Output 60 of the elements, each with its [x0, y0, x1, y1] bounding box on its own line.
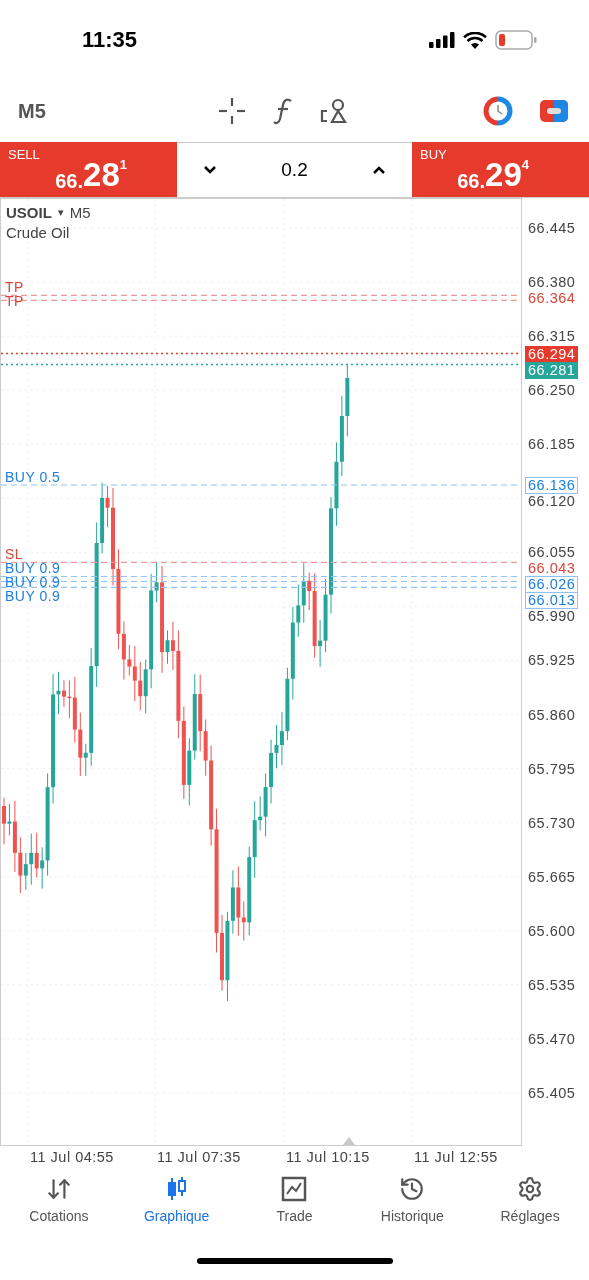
- nav-tab[interactable]: Réglages: [475, 1176, 586, 1224]
- current-time-marker: [343, 1137, 355, 1145]
- order-label: TP: [5, 294, 24, 309]
- nav-tab[interactable]: Cotations: [3, 1176, 114, 1224]
- order-label: BUY 0.9: [5, 561, 61, 576]
- time-label: 11 Jul 10:15: [286, 1149, 370, 1165]
- price-tick: 66.185: [527, 436, 577, 454]
- arrows-icon: [45, 1176, 72, 1202]
- price-tick: 65.795: [527, 760, 577, 778]
- price-tick: 65.665: [527, 868, 577, 886]
- price-tick: 65.535: [527, 976, 577, 994]
- price-tick: 65.730: [527, 814, 577, 832]
- battery-icon: [495, 30, 537, 50]
- wifi-icon: [463, 31, 487, 49]
- symbol-name[interactable]: USOIL: [6, 204, 52, 221]
- clock-ring-icon[interactable]: [483, 96, 513, 126]
- price-tick: 66.315: [527, 328, 577, 346]
- function-icon[interactable]: [272, 97, 294, 125]
- price-tick: 66.055: [527, 544, 577, 562]
- signal-icon: [429, 32, 455, 48]
- price-tick: 66.250: [527, 382, 577, 400]
- price-tick: 65.600: [527, 922, 577, 940]
- order-label: TP: [5, 280, 24, 295]
- price-tick: 65.405: [527, 1084, 577, 1102]
- nav-tab[interactable]: Graphique: [121, 1176, 232, 1224]
- price-tick: 66.120: [527, 493, 577, 510]
- history-icon: [399, 1176, 426, 1202]
- price-tick: 65.470: [527, 1030, 577, 1048]
- symbol-description: Crude Oil: [6, 224, 71, 241]
- time-label: 11 Jul 07:35: [157, 1149, 241, 1165]
- order-price-badge: 66.013: [525, 592, 579, 610]
- ask-price-badge: 66.294: [525, 345, 579, 363]
- time-label: 11 Jul 04:55: [30, 1149, 114, 1165]
- order-price-badge: 66.136: [525, 477, 579, 494]
- volume-down-button[interactable]: [203, 165, 217, 175]
- price-tick: 66.380: [527, 274, 577, 292]
- clock-time: 11:35: [82, 27, 138, 53]
- crosshair-icon[interactable]: [218, 97, 246, 125]
- order-price: 66.364: [527, 290, 577, 308]
- order-label: BUY 0.9: [5, 589, 61, 604]
- price-tick: 66.445: [527, 220, 577, 237]
- price-tick: 65.925: [527, 652, 577, 670]
- trade-toggle-icon[interactable]: [539, 98, 569, 124]
- nav-tab[interactable]: Trade: [239, 1176, 350, 1224]
- timeframe-button[interactable]: M5: [18, 99, 218, 123]
- settings-icon: [517, 1176, 544, 1202]
- shapes-icon[interactable]: [320, 97, 348, 125]
- time-label: 11 Jul 12:55: [414, 1149, 498, 1165]
- order-label: BUY 0.9: [5, 575, 61, 590]
- order-price: 66.043: [527, 560, 577, 578]
- price-tick: 65.990: [527, 608, 577, 626]
- symbol-caret[interactable]: ▾: [57, 206, 64, 219]
- price-tick: 65.860: [527, 706, 577, 724]
- volume-value[interactable]: 0.2: [281, 159, 308, 181]
- line-chart-icon: [281, 1176, 308, 1202]
- order-label: BUY 0.5: [5, 470, 61, 484]
- volume-up-button[interactable]: [372, 165, 386, 175]
- nav-tab[interactable]: Historique: [357, 1176, 468, 1224]
- chart-timeframe: M5: [69, 204, 91, 221]
- order-label: SL: [5, 547, 24, 562]
